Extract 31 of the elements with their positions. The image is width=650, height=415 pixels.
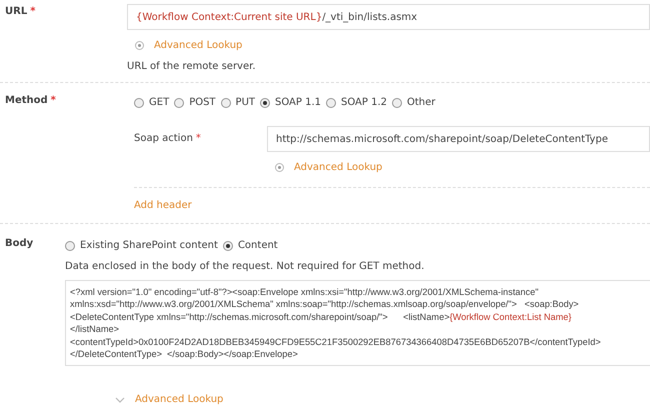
radio-button[interactable] [326,98,336,108]
expand-icon[interactable] [135,41,144,50]
field-label: Method [5,95,48,106]
radio-label[interactable]: PUT [236,97,256,108]
radio-label[interactable]: Existing SharePoint content [80,240,218,251]
radio-label[interactable]: SOAP 1.2 [341,97,388,108]
radio-label[interactable]: POST [189,97,216,108]
field-label: Body [5,238,34,249]
radio-button[interactable] [260,98,270,108]
soap-action-field[interactable]: http://schemas.microsoft.com/sharepoint/soap/DeleteContentType [267,126,650,152]
required-mark: * [30,6,36,17]
required-mark: * [50,95,56,106]
url-field[interactable]: {Workflow Context:Current site URL}/_vti_bin/lists.asmx [127,4,650,30]
expand-icon[interactable] [275,163,284,172]
radio-button[interactable] [65,240,75,250]
radio-button[interactable] [392,98,402,108]
field-label: URL [5,6,28,17]
radio-label[interactable]: GET [149,97,170,108]
radio-label[interactable]: Content [238,240,278,251]
chevron-icon[interactable] [115,396,125,403]
radio-button[interactable] [134,98,144,108]
help-text: Data enclosed in the body of the request. Not required for GET method. [65,261,426,272]
radio-button[interactable] [222,240,233,250]
radio-label[interactable]: SOAP 1.1 [275,97,322,108]
required-mark: * [196,133,201,144]
radio-button[interactable] [174,98,184,108]
radio-button[interactable] [220,98,231,108]
radio-label[interactable]: Other [407,97,436,108]
body-content-field[interactable]: <?xml version="1.0" encoding="utf-8"?><soap:Envelope xmlns:xsi="http://www.w3.org/2001/XMLSchema-instance" xmlns:xsd="http://www.w3.org/2001/XMLSchema" xmlns:soap="http://schemas.xmlsoap.org/soap/envelope/"> <soap:Body> <DeleteContentType xmlns="http://schemas.microsoft.com/sharepoint/soap/"> <listName>{Workflow Context:List Name} </listName> <contentTypeId>0x0100F24D2AD18DBEB345949CFD9E55C21F3500292EB876734366408D4735E6BD65207B</contentTypeId> </DeleteContentType> </soap:Body></soap:Envelope> [65,280,650,366]
field-label: Soap action [134,133,193,144]
help-text: URL of the remote server. [127,61,256,72]
